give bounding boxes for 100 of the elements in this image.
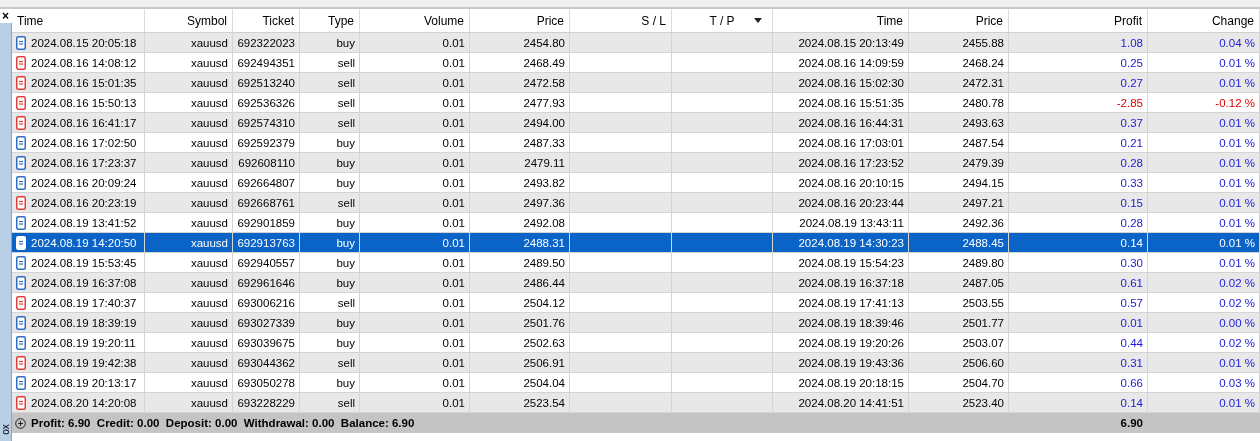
table-cell: xauusd	[190, 36, 228, 49]
table-cell: 2024.08.19 17:40:37	[31, 296, 137, 309]
table-cell: sell	[337, 56, 355, 69]
column-header[interactable]: Profit	[1009, 9, 1148, 32]
table-cell: 0.01	[442, 76, 465, 89]
column-header[interactable]: Type	[300, 9, 360, 32]
table-row[interactable]: 2024.08.19 19:42:38 xauusd 693044362 sell 0.01 2506.91 2024.08.19 19:43:36 2506.60 0.31 0.01 %	[12, 353, 1260, 373]
table-cell: 2523.54	[523, 396, 565, 409]
table-row[interactable]: 2024.08.16 20:09:24 xauusd 692664807 buy 0.01 2493.82 2024.08.16 20:10:15 2494.15 0.33 0.01 %	[12, 173, 1260, 193]
table-cell: 0.01 %	[1219, 196, 1255, 209]
table-cell: 2468.24	[962, 56, 1004, 69]
table-cell: 2494.00	[523, 116, 565, 129]
table-cell: 2024.08.16 16:41:17	[31, 116, 137, 129]
table-cell: 0.01	[1120, 316, 1143, 329]
document-icon	[16, 55, 26, 70]
column-header[interactable]: Price	[909, 9, 1009, 32]
table-row[interactable]: 2024.08.19 15:53:45 xauusd 692940557 buy 0.01 2489.50 2024.08.19 15:54:23 2489.80 0.30 0.01 %	[12, 253, 1260, 273]
table-cell: 2024.08.19 16:37:08	[31, 276, 137, 289]
table-row[interactable]: 2024.08.16 15:50:13 xauusd 692536326 sell 0.01 2477.93 2024.08.16 15:51:35 2480.78 -2.85 -0.12 %	[12, 93, 1260, 113]
table-row[interactable]: 2024.08.16 14:08:12 xauusd 692494351 sell 0.01 2468.49 2024.08.16 14:09:59 2468.24 0.25 0.01 %	[12, 53, 1260, 73]
column-header[interactable]: Price	[470, 9, 570, 32]
document-icon	[16, 395, 26, 410]
table-cell: 2506.91	[523, 356, 565, 369]
table-cell: 2024.08.19 13:43:11	[799, 216, 904, 229]
table-cell: sell	[337, 116, 355, 129]
table-cell: xauusd	[190, 56, 228, 69]
table-cell: 693050278	[237, 376, 295, 389]
table-row[interactable]: 2024.08.15 20:05:18 xauusd 692322023 buy 0.01 2454.80 2024.08.15 20:13:49 2455.88 1.08 0.04 %	[12, 33, 1260, 53]
table-cell: buy	[336, 236, 355, 249]
table-cell: 0.14	[1120, 236, 1143, 249]
table-row[interactable]: 2024.08.16 17:02:50 xauusd 692592379 buy 0.01 2487.33 2024.08.16 17:03:01 2487.54 0.21 0.01 %	[12, 133, 1260, 153]
table-cell: 2024.08.16 15:50:13	[31, 96, 137, 109]
column-header[interactable]: Volume	[360, 9, 470, 32]
table-cell: 692322023	[237, 36, 295, 49]
table-cell: 0.61	[1120, 276, 1143, 289]
table-cell: 2024.08.16 20:10:15	[798, 176, 904, 189]
table-cell: xauusd	[190, 376, 228, 389]
column-header[interactable]: Time	[12, 9, 145, 32]
table-row[interactable]: 2024.08.19 18:39:19 xauusd 693027339 buy 0.01 2501.76 2024.08.19 18:39:46 2501.77 0.01 0.00 %	[12, 313, 1260, 333]
table-row[interactable]: 2024.08.19 19:20:11 xauusd 693039675 buy 0.01 2502.63 2024.08.19 19:20:26 2503.07 0.44 0.02 %	[12, 333, 1260, 353]
table-cell: 2503.55	[962, 296, 1004, 309]
table-cell: -0.12 %	[1215, 96, 1255, 109]
total-profit: 6.90	[1120, 417, 1143, 429]
table-cell: 0.02 %	[1219, 336, 1255, 349]
table-cell: 2024.08.19 20:18:15	[798, 376, 904, 389]
table-cell: 0.30	[1120, 256, 1143, 269]
table-row[interactable]: 2024.08.19 13:41:52 xauusd 692901859 buy 0.01 2492.08 2024.08.19 13:43:11 2492.36 0.28 0.01 %	[12, 213, 1260, 233]
table-cell: 2455.88	[962, 36, 1004, 49]
table-cell: buy	[336, 336, 355, 349]
table-row[interactable]: 2024.08.16 16:41:17 xauusd 692574310 sell 0.01 2494.00 2024.08.16 16:44:31 2493.63 0.37 0.01 %	[12, 113, 1260, 133]
document-icon	[16, 155, 26, 170]
table-cell: 2024.08.19 13:41:52	[31, 216, 137, 229]
table-row[interactable]: 2024.08.19 16:37:08 xauusd 692961646 buy 0.01 2486.44 2024.08.19 16:37:18 2487.05 0.61 0.02 %	[12, 273, 1260, 293]
table-row[interactable]: 2024.08.19 20:13:17 xauusd 693050278 buy 0.01 2504.04 2024.08.19 20:18:15 2504.70 0.66 0.03 %	[12, 373, 1260, 393]
column-header[interactable]: Ticket	[233, 9, 300, 32]
table-row[interactable]: 2024.08.19 14:20:50 xauusd 692913763 buy 0.01 2488.31 2024.08.19 14:30:23 2488.45 0.14 0.01 %	[12, 233, 1260, 253]
table-cell: 2024.08.16 17:03:01	[798, 136, 904, 149]
document-icon	[16, 35, 26, 50]
table-cell: xauusd	[190, 76, 228, 89]
table-cell: 2024.08.20 14:20:08	[31, 396, 137, 409]
table-cell: 693228229	[237, 396, 295, 409]
table-cell: xauusd	[190, 256, 228, 269]
table-cell: xauusd	[190, 396, 228, 409]
table-cell: 692608110	[238, 156, 295, 169]
table-cell: 0.01	[442, 116, 465, 129]
table-cell: 2024.08.19 19:43:36	[798, 356, 904, 369]
table-cell: 0.01	[442, 296, 465, 309]
table-cell: xauusd	[190, 116, 228, 129]
table-cell: 693039675	[237, 336, 295, 349]
table-cell: 692913763	[237, 236, 295, 249]
table-cell: 0.44	[1120, 336, 1143, 349]
table-cell: 0.02 %	[1219, 276, 1255, 289]
table-cell: buy	[336, 176, 355, 189]
table-cell: 2488.31	[523, 236, 565, 249]
document-icon	[16, 115, 26, 130]
column-header[interactable]: S / L	[570, 9, 672, 32]
table-cell: xauusd	[190, 196, 228, 209]
column-header[interactable]: Change	[1148, 9, 1260, 32]
column-header[interactable]: Symbol	[145, 9, 233, 32]
table-cell: 2523.40	[962, 396, 1004, 409]
document-icon	[16, 75, 26, 90]
table-cell: 692940557	[237, 256, 295, 269]
table-row[interactable]: 2024.08.19 17:40:37 xauusd 693006216 sell 0.01 2504.12 2024.08.19 17:41:13 2503.55 0.57 0.02 %	[12, 293, 1260, 313]
table-cell: 2024.08.19 19:42:38	[31, 356, 137, 369]
table-cell: 2024.08.19 18:39:46	[798, 316, 904, 329]
table-cell: 0.01	[442, 56, 465, 69]
table-cell: 0.14	[1120, 396, 1143, 409]
table-row[interactable]: 2024.08.20 14:20:08 xauusd 693228229 sell 0.01 2523.54 2024.08.20 14:41:51 2523.40 0.14 0.01 %	[12, 393, 1260, 413]
close-button[interactable]: ×	[0, 9, 12, 23]
table-row[interactable]: 2024.08.16 15:01:35 xauusd 692513240 sell 0.01 2472.58 2024.08.16 15:02:30 2472.31 0.27 0.01 %	[12, 73, 1260, 93]
expand-plus-icon[interactable]	[15, 417, 26, 429]
table-cell: xauusd	[190, 276, 228, 289]
column-header[interactable]: T / P	[672, 9, 773, 32]
table-cell: sell	[337, 96, 355, 109]
table-cell: 2024.08.16 16:44:31	[798, 116, 904, 129]
column-header[interactable]: Time	[773, 9, 909, 32]
table-row[interactable]: 2024.08.16 20:23:19 xauusd 692668761 sell 0.01 2497.36 2024.08.16 20:23:44 2497.21 0.15 0.01 %	[12, 193, 1260, 213]
table-row[interactable]: 2024.08.16 17:23:37 xauusd 692608110 buy 0.01 2479.11 2024.08.16 17:23:52 2479.39 0.28 0.01 %	[12, 153, 1260, 173]
table-cell: sell	[337, 76, 355, 89]
table-cell: 0.01 %	[1219, 216, 1255, 229]
